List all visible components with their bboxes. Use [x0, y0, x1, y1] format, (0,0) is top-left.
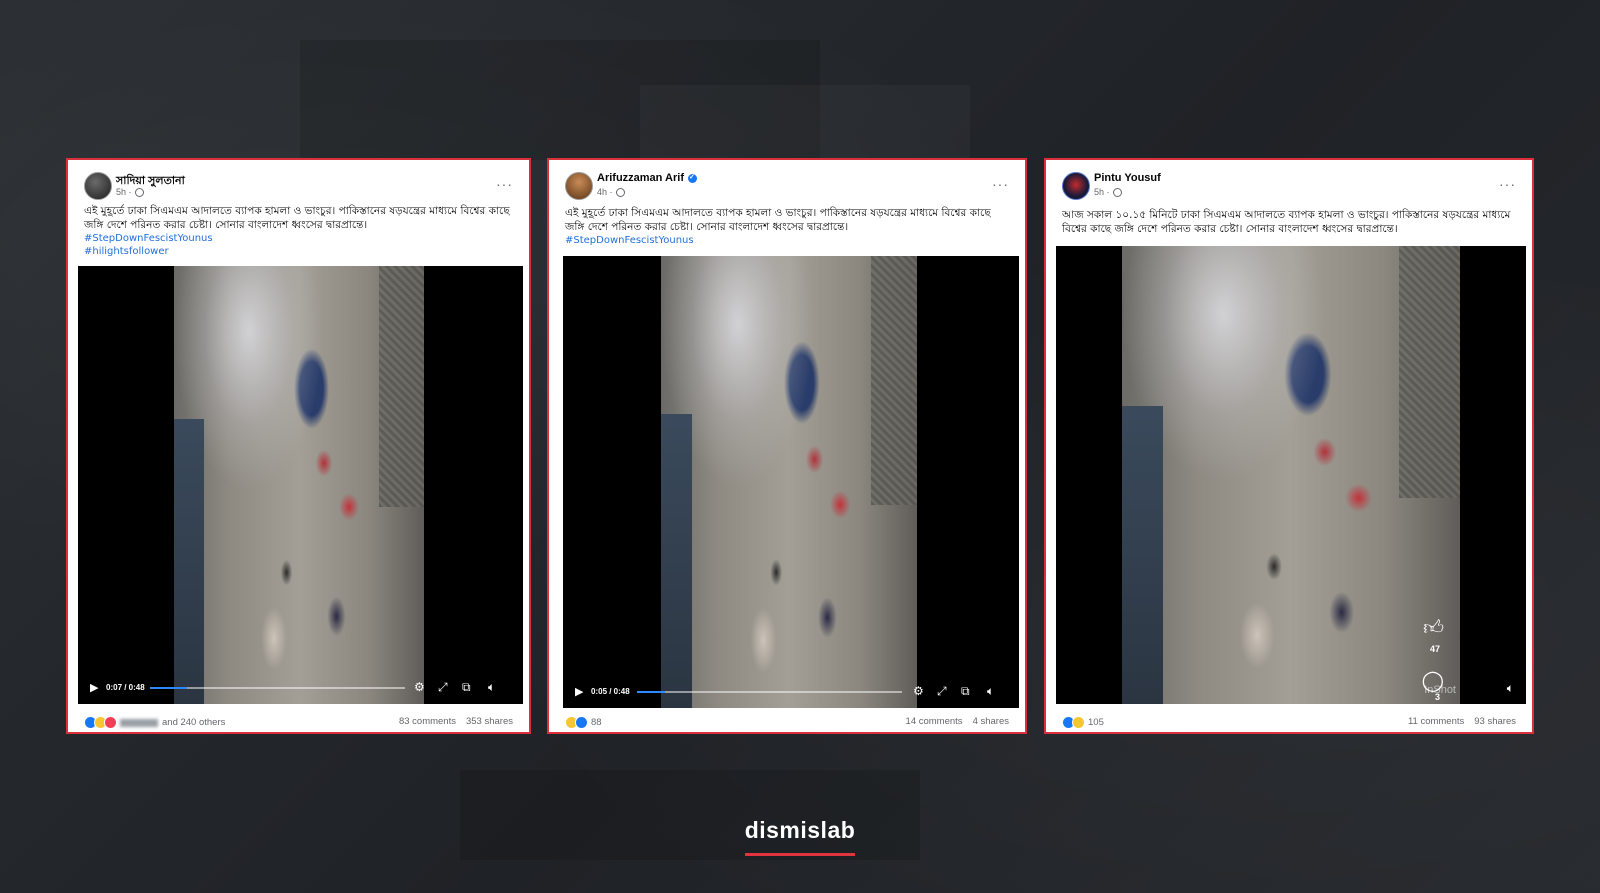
more-options-icon[interactable]: ···	[496, 176, 513, 192]
brand-underline	[745, 853, 855, 856]
post-stats: 83 comments 353 shares	[389, 716, 513, 727]
author-avatar[interactable]	[1062, 172, 1090, 200]
love-reaction-icon	[104, 716, 117, 729]
comments-count[interactable]: 14 comments	[906, 716, 963, 727]
more-options-icon[interactable]: ···	[992, 176, 1009, 192]
video-frame	[174, 266, 424, 704]
facebook-post: সাদিয়া সুলতানা 5h · ··· এই মুহূর্তে ঢাক…	[66, 158, 531, 734]
post-text: এই মুহূর্তে ঢাকা সিএমএম আদালতে ব্যাপক হা…	[565, 207, 991, 233]
post-stats: 14 comments 4 shares	[896, 716, 1009, 727]
post-meta: 4h ·	[597, 187, 625, 198]
post-header: Pintu Yousuf 5h · ···	[1062, 172, 1516, 202]
author-name-text: Arifuzzaman Arif	[597, 172, 684, 184]
watermark: InShot	[1424, 684, 1456, 696]
post-footer: 88 14 comments 4 shares	[565, 715, 1009, 729]
like-overlay-count: 47	[1429, 644, 1440, 654]
brand-logo: dismislab	[744, 817, 856, 843]
post-meta: 5h ·	[116, 187, 144, 198]
author-name[interactable]: Pintu Yousuf	[1094, 172, 1161, 184]
hashtag-link[interactable]: #hilightsfollower	[84, 245, 513, 258]
post-header: Arifuzzaman Arif 4h · ···	[565, 172, 1009, 202]
shares-count[interactable]: 4 shares	[973, 716, 1009, 727]
fullscreen-icon[interactable]: ⤢	[438, 680, 448, 695]
video-frame	[661, 256, 918, 708]
author-avatar[interactable]	[84, 172, 112, 200]
comments-count[interactable]: 11 comments	[1408, 716, 1464, 727]
more-options-icon[interactable]: ···	[1499, 176, 1516, 192]
hashtag-link[interactable]: #StepDownFescistYounus	[84, 232, 513, 245]
shares-count[interactable]: 353 shares	[466, 716, 513, 727]
reactions-summary[interactable]: 88	[565, 716, 602, 729]
background-shape	[640, 85, 970, 160]
post-time[interactable]: 5h ·	[116, 187, 132, 197]
video-progress-fill	[637, 691, 665, 693]
comments-count[interactable]: 83 comments	[399, 716, 456, 727]
sad-reaction-icon	[1072, 716, 1085, 729]
video-time: 0:05 / 0:48	[591, 687, 630, 696]
globe-icon	[615, 188, 625, 198]
fullscreen-icon[interactable]: ⤢	[937, 684, 947, 699]
post-header: সাদিয়া সুলতানা 5h · ···	[84, 172, 513, 202]
play-icon[interactable]: ▶	[575, 685, 583, 698]
video-player[interactable]: 👍︎ 47 ◯ 3 InShot 🔈︎	[1056, 246, 1526, 704]
volume-icon[interactable]: 🔈︎	[488, 680, 495, 695]
globe-icon	[1112, 188, 1122, 198]
post-footer: 105 11 comments 93 shares	[1062, 715, 1516, 729]
settings-icon[interactable]: ⚙	[913, 684, 924, 698]
facebook-post: Pintu Yousuf 5h · ··· আজ সকাল ১০.১৫ মিনি…	[1044, 158, 1534, 734]
reaction-count: 105	[1088, 717, 1104, 729]
post-time[interactable]: 4h ·	[597, 187, 613, 197]
reaction-count: and 240 others	[162, 717, 226, 729]
reactions-summary[interactable]: 105	[1062, 716, 1104, 729]
settings-icon[interactable]: ⚙	[414, 680, 425, 694]
video-player[interactable]: ▶ 0:07 / 0:48 ⚙ ⤢ ⧉ 🔈︎	[78, 266, 523, 704]
post-text-block: আজ সকাল ১০.১৫ মিনিটে ঢাকা সিএমএম আদালতে …	[1062, 208, 1516, 236]
globe-icon	[134, 188, 144, 198]
video-frame	[1122, 246, 1461, 704]
verified-badge-icon	[688, 173, 697, 183]
post-footer: and 240 others 83 comments 353 shares	[84, 715, 513, 729]
play-icon[interactable]: ▶	[90, 681, 98, 694]
background-shape	[460, 770, 920, 860]
post-text: আজ সকাল ১০.১৫ মিনিটে ঢাকা সিএমএম আদালতে …	[1062, 209, 1511, 235]
volume-icon[interactable]: 🔈︎	[987, 684, 994, 699]
thumbs-up-icon[interactable]: 👍︎	[1423, 616, 1444, 640]
post-text-block: এই মুহূর্তে ঢাকা সিএমএম আদালতে ব্যাপক হা…	[84, 204, 513, 258]
author-avatar[interactable]	[565, 172, 593, 200]
hashtag-link[interactable]: #StepDownFescistYounus	[565, 234, 1009, 247]
post-text: এই মুহূর্তে ঢাকা সিএমএম আদালতে ব্যাপক হা…	[84, 205, 510, 231]
video-progress-bar[interactable]	[637, 691, 902, 693]
video-progress-fill	[150, 687, 188, 689]
like-reaction-icon	[575, 716, 588, 729]
video-controls: ▶ 0:05 / 0:48 ⚙ ⤢ ⧉ 🔈︎	[563, 682, 1019, 702]
picture-in-picture-icon[interactable]: ⧉	[462, 680, 471, 695]
post-text-block: এই মুহূর্তে ঢাকা সিএমএম আদালতে ব্যাপক হা…	[565, 206, 1009, 247]
video-progress-bar[interactable]	[150, 687, 405, 689]
author-name[interactable]: Arifuzzaman Arif	[597, 172, 697, 184]
post-meta: 5h ·	[1094, 187, 1122, 198]
blurred-name	[120, 718, 158, 727]
facebook-post: Arifuzzaman Arif 4h · ··· এই মুহূর্তে ঢা…	[547, 158, 1027, 734]
video-time: 0:07 / 0:48	[106, 683, 145, 692]
video-controls: ▶ 0:07 / 0:48 ⚙ ⤢ ⧉ 🔈︎	[78, 678, 523, 698]
picture-in-picture-icon[interactable]: ⧉	[961, 684, 970, 699]
shares-count[interactable]: 93 shares	[1474, 716, 1516, 727]
post-stats: 11 comments 93 shares	[1398, 716, 1516, 727]
reaction-count: 88	[591, 717, 602, 729]
post-time[interactable]: 5h ·	[1094, 187, 1110, 197]
volume-icon[interactable]: 🔈︎	[1507, 681, 1514, 696]
video-player[interactable]: ▶ 0:05 / 0:48 ⚙ ⤢ ⧉ 🔈︎	[563, 256, 1019, 708]
reactions-summary[interactable]: and 240 others	[84, 716, 225, 729]
